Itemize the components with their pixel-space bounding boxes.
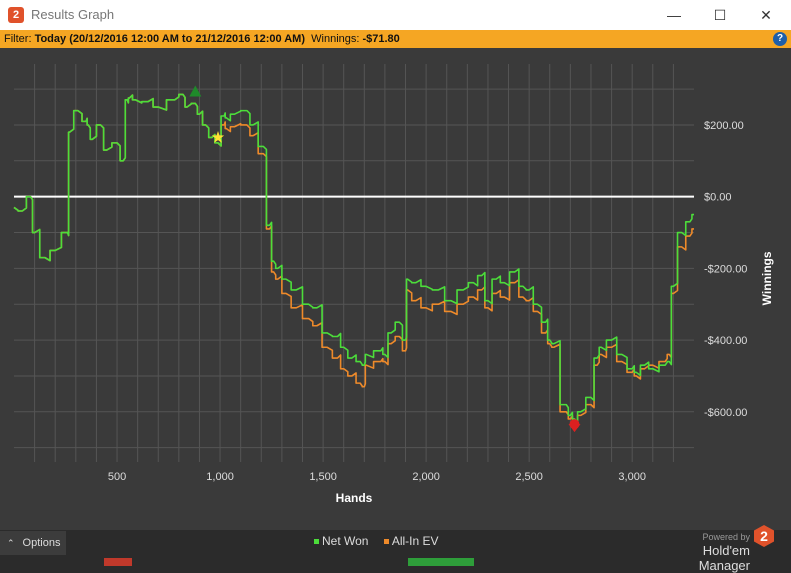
x-tick-label: 1,500 xyxy=(309,471,337,483)
powered-by-label: Powered by xyxy=(702,532,750,542)
powered-by: Powered by Hold'em Manager xyxy=(650,532,750,573)
results-chart: 500 1,000 1,500 2,000 2,500 3,000 $200.00 $0.00… xyxy=(13,64,774,505)
close-button[interactable]: ✕ xyxy=(743,0,789,30)
x-axis-label: Hands xyxy=(336,491,373,505)
filter-bar: Filter: Today (20/12/2016 12:00 AM to 21… xyxy=(0,30,791,48)
y-tick-label: $200.00 xyxy=(704,120,744,132)
minimize-button[interactable]: — xyxy=(651,0,697,30)
x-tick-label: 2,500 xyxy=(515,471,543,483)
y-axis-label: Winnings xyxy=(760,251,774,305)
bottom-bar: ⌃ Options Net Won All-In EV Powered by Ho… xyxy=(0,525,791,573)
winnings-value: -$71.80 xyxy=(362,33,400,45)
card-strip-red xyxy=(104,558,132,566)
y-tick-label: $0.00 xyxy=(704,192,732,204)
title-bar: 2 Results Graph — ☐ ✕ xyxy=(0,0,791,30)
x-tick-label: 1,000 xyxy=(206,471,234,483)
legend-swatch-net-won xyxy=(314,539,319,545)
legend-swatch-all-in-ev xyxy=(383,539,389,545)
legend-label-net-won: Net Won xyxy=(322,534,369,548)
legend-item-net-won[interactable]: Net Won xyxy=(314,534,368,548)
winnings-label: Winnings: xyxy=(305,33,363,45)
filter-text: Filter: Today (20/12/2016 12:00 AM to 21… xyxy=(4,30,400,48)
plot-background xyxy=(14,64,694,462)
window-title: Results Graph xyxy=(31,7,115,22)
legend-label-all-in-ev: All-In EV xyxy=(391,534,439,548)
x-tick-label: 500 xyxy=(108,471,126,483)
results-graph: 500 1,000 1,500 2,000 2,500 3,000 $200.00 $0.00… xyxy=(0,48,791,530)
card-strip-green xyxy=(408,558,474,566)
x-tick-label: 2,000 xyxy=(412,471,440,483)
y-tick-label: -$400.00 xyxy=(704,335,747,347)
options-label: Options xyxy=(22,537,61,549)
y-tick-label: -$600.00 xyxy=(704,407,747,419)
legend-item-all-in-ev[interactable]: All-In EV xyxy=(383,534,439,548)
filter-range: Today (20/12/2016 12:00 AM to 21/12/2016… xyxy=(34,33,306,45)
app-logo-icon: 2 xyxy=(8,7,24,23)
chart-legend: Net Won All-In EV xyxy=(314,534,451,548)
brand-name: Hold'em Manager xyxy=(698,543,750,573)
options-button[interactable]: ⌃ Options xyxy=(0,531,66,555)
x-tick-label: 3,000 xyxy=(618,471,646,483)
y-tick-label: -$200.00 xyxy=(704,263,747,275)
help-icon[interactable]: ? xyxy=(773,32,787,46)
chevron-up-icon: ⌃ xyxy=(7,538,15,548)
filter-prefix: Filter: xyxy=(4,33,35,45)
maximize-button[interactable]: ☐ xyxy=(697,0,743,30)
